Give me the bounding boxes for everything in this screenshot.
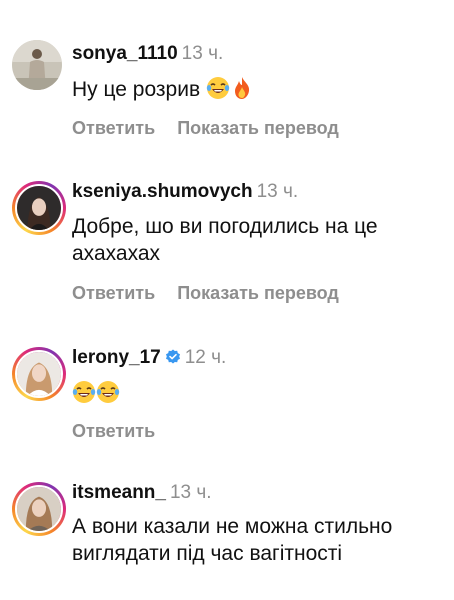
- username[interactable]: itsmeann_: [72, 482, 166, 503]
- comment-header: lerony_17 12 ч.: [72, 346, 226, 370]
- avatar-image: [12, 40, 62, 90]
- laughing-tears-emoji: [96, 381, 120, 403]
- verified-badge-icon: [165, 349, 180, 364]
- show-translation-button[interactable]: Показать перевод: [177, 283, 339, 303]
- avatar-image: [17, 186, 61, 230]
- avatar-image-frame: [15, 184, 63, 232]
- laughing-tears-emoji: [72, 381, 96, 403]
- comment-actions: Ответить Показать перевод: [72, 282, 339, 304]
- timestamp: 13 ч.: [181, 43, 224, 64]
- fire-emoji: [234, 77, 250, 99]
- comment-actions: Ответить: [72, 420, 155, 442]
- comment-actions: Ответить Показать перевод: [72, 117, 339, 139]
- comment-text: Ну це розрив: [72, 78, 201, 101]
- timestamp: 13 ч.: [256, 181, 299, 202]
- avatar[interactable]: [12, 181, 66, 235]
- avatar-image: [17, 487, 61, 531]
- avatar[interactable]: [12, 40, 62, 90]
- timestamp: 13 ч.: [169, 482, 212, 503]
- timestamp: 12 ч.: [184, 347, 227, 368]
- laughing-tears-emoji: [206, 77, 230, 99]
- reply-button[interactable]: Ответить: [72, 283, 155, 303]
- show-translation-button[interactable]: Показать перевод: [177, 118, 339, 138]
- comment-header: sonya_1110 13 ч.: [72, 42, 223, 66]
- username[interactable]: sonya_1110: [72, 43, 178, 64]
- avatar[interactable]: [12, 482, 66, 536]
- avatar[interactable]: [12, 347, 66, 401]
- comment-header: kseniya.shumovych 13 ч.: [72, 180, 298, 204]
- avatar-image-frame: [15, 485, 63, 533]
- comment-text: А вони казали не можна стильно виглядати…: [72, 515, 393, 565]
- username[interactable]: lerony_17: [72, 347, 161, 368]
- comment-header: itsmeann_ 13 ч.: [72, 481, 212, 505]
- avatar-image-frame: [15, 350, 63, 398]
- comment-text-row: [72, 380, 438, 407]
- reply-button[interactable]: Ответить: [72, 421, 155, 441]
- comment-text-row: Ну це розрив: [72, 76, 438, 103]
- avatar-image: [17, 352, 61, 396]
- comment-text: Добре, шо ви погодились на це ахахахах: [72, 215, 378, 265]
- reply-button[interactable]: Ответить: [72, 118, 155, 138]
- username[interactable]: kseniya.shumovych: [72, 181, 253, 202]
